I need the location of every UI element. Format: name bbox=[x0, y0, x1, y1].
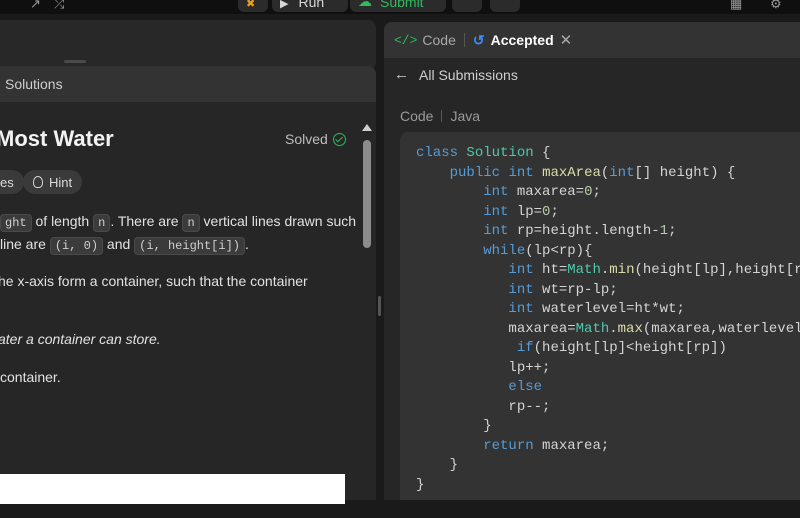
tab-accepted-label: Accepted bbox=[490, 32, 554, 48]
code-lines: class Solution { public int maxArea(int[… bbox=[416, 144, 800, 495]
share-button[interactable] bbox=[490, 0, 520, 12]
prev-arrow-icon[interactable]: ↗ bbox=[30, 0, 41, 12]
problem-text-line-2: line are (i, 0) and (i, height[i]). bbox=[0, 233, 249, 257]
code-language-row: Code Java bbox=[400, 108, 480, 124]
tab-separator bbox=[463, 33, 465, 47]
problem-title: Most Water bbox=[0, 126, 114, 151]
debug-button[interactable]: ✖ bbox=[238, 0, 268, 12]
resize-handle-horizontal[interactable] bbox=[64, 60, 86, 63]
code-line: } bbox=[416, 457, 459, 473]
description-tabs: Solutions bbox=[0, 66, 376, 102]
close-icon[interactable]: ✕ bbox=[560, 31, 573, 49]
code-section-label: Code bbox=[400, 108, 434, 124]
code-line: return maxarea; bbox=[483, 437, 610, 454]
left-top-strip bbox=[0, 20, 376, 70]
text: . There are bbox=[110, 213, 183, 229]
inline-code: n bbox=[93, 214, 111, 232]
text: and bbox=[103, 236, 135, 252]
scroll-thumb[interactable] bbox=[363, 140, 371, 248]
back-arrow-icon: ← bbox=[394, 66, 409, 83]
bug-icon: ✖ bbox=[246, 0, 256, 10]
all-submissions-label: All Submissions bbox=[419, 66, 518, 83]
lightbulb-icon bbox=[33, 176, 43, 188]
check-circle-icon bbox=[332, 132, 346, 146]
code-line: public int maxArea(int[] height) { bbox=[449, 164, 736, 181]
inline-code: (i, height[i]) bbox=[134, 237, 245, 255]
language-separator bbox=[441, 110, 443, 122]
tab-code[interactable]: </> Code bbox=[394, 32, 456, 48]
resize-handle-vertical[interactable] bbox=[378, 296, 381, 316]
problem-text-line-5: container. bbox=[0, 369, 61, 385]
inline-code: n bbox=[182, 214, 200, 232]
language-label: Java bbox=[450, 108, 481, 124]
layout-icon[interactable]: ▦ bbox=[730, 0, 742, 12]
text: of length bbox=[31, 213, 94, 229]
code-line: int ht=Math.min(height[lp],height[rp]); bbox=[508, 262, 800, 278]
text: line are bbox=[0, 236, 50, 252]
code-line: else bbox=[508, 379, 543, 395]
code-line: int maxarea=0; bbox=[483, 184, 601, 200]
code-line: while(lp<rp){ bbox=[483, 242, 593, 259]
submission-panel: </> Code ↺ Accepted ✕ ← All Submissions … bbox=[384, 22, 800, 500]
code-line: if(height[lp]<height[rp]) bbox=[516, 340, 727, 356]
code-line: lp++; bbox=[416, 359, 551, 376]
topics-chip[interactable]: es bbox=[0, 170, 24, 194]
inline-code: ght bbox=[0, 214, 32, 232]
description-body: Most Water Solved es Hint ght of length … bbox=[0, 102, 360, 500]
tab-accepted[interactable]: ↺ Accepted ✕ bbox=[472, 31, 573, 50]
solved-status: Solved bbox=[285, 131, 346, 147]
hint-chip-label: Hint bbox=[49, 174, 73, 190]
submit-button[interactable]: ☁ Submit bbox=[350, 0, 446, 12]
left-panel: Solutions Most Water Solved es Hint ght … bbox=[0, 14, 376, 504]
description-panel: Solutions Most Water Solved es Hint ght … bbox=[0, 66, 376, 500]
play-icon: ▶ bbox=[280, 0, 289, 10]
solved-label: Solved bbox=[285, 131, 328, 147]
code-line: } bbox=[416, 418, 492, 434]
problem-text-line-4: ater a container can store. bbox=[0, 331, 161, 347]
hint-chip[interactable]: Hint bbox=[23, 170, 83, 194]
code-line: int rp=height.length-1; bbox=[483, 223, 677, 239]
shuffle-icon[interactable]: ⤮ bbox=[54, 0, 64, 12]
notes-button[interactable] bbox=[452, 0, 482, 12]
description-scrollbar[interactable] bbox=[362, 118, 372, 518]
scroll-up-arrow-icon[interactable] bbox=[362, 124, 372, 131]
code-line: class Solution { bbox=[416, 145, 551, 161]
code-line: int waterlevel=ht*wt; bbox=[508, 301, 685, 317]
run-label: Run bbox=[298, 0, 325, 10]
editor-tabs: </> Code ↺ Accepted ✕ bbox=[384, 22, 800, 58]
code-line: int wt=rp-lp; bbox=[508, 281, 618, 298]
run-button[interactable]: ▶ Run bbox=[272, 0, 348, 12]
topics-chip-label: es bbox=[0, 174, 14, 190]
problem-text-line-3: he x-axis form a container, such that th… bbox=[0, 273, 308, 289]
all-submissions-link[interactable]: ← All Submissions bbox=[394, 66, 518, 83]
tab-code-label: Code bbox=[422, 32, 456, 48]
text: . bbox=[245, 236, 249, 252]
code-line: int lp=0; bbox=[483, 203, 559, 220]
tab-solutions[interactable]: Solutions bbox=[5, 76, 63, 92]
code-line: } bbox=[416, 476, 425, 493]
code-block: class Solution { public int maxArea(int[… bbox=[400, 132, 800, 500]
settings-icon[interactable]: ⚙ bbox=[770, 0, 782, 12]
submit-label: Submit bbox=[380, 0, 424, 10]
inline-code: (i, 0) bbox=[49, 237, 104, 255]
history-icon: ↺ bbox=[472, 31, 485, 48]
cloud-upload-icon: ☁ bbox=[358, 0, 372, 9]
code-line: maxarea=Math.max(maxarea,waterlevel); bbox=[416, 320, 800, 337]
problem-text-line-1: ght of length n. There are n vertical li… bbox=[0, 210, 356, 234]
code-line: rp--; bbox=[416, 398, 551, 415]
code-brackets-icon: </> bbox=[394, 32, 418, 48]
text: vertical lines drawn such bbox=[199, 213, 357, 229]
top-toolbar: ↗ ⤮ ✖ ▶ Run ☁ Submit ▦ ⚙ bbox=[0, 0, 800, 14]
